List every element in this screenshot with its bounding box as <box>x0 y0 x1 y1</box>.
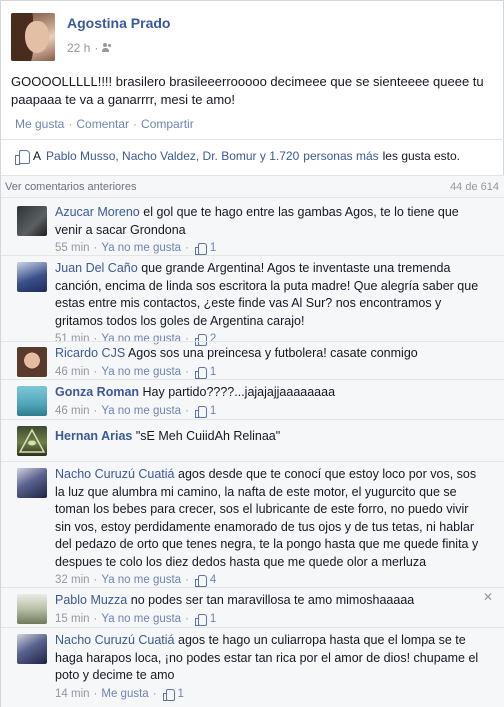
like-count[interactable]: 1 <box>210 403 216 421</box>
avatar[interactable] <box>17 468 47 498</box>
comment-author[interactable]: Nacho Curuzú Cuatiá <box>55 633 175 647</box>
comment-time[interactable]: 14 min <box>55 686 90 704</box>
thumbs-up-icon <box>194 366 207 379</box>
comment-author[interactable]: Gonza Roman <box>55 385 139 399</box>
avatar[interactable] <box>17 386 47 416</box>
comment-item: Azucar Moreno el gol que te hago entre l… <box>1 197 504 258</box>
comment-body: Gonza Roman Hay partido????...jajajajjaa… <box>55 384 487 420</box>
thumbs-up-icon <box>162 688 175 701</box>
avatar[interactable] <box>17 206 47 236</box>
like-count[interactable]: 1 <box>210 611 216 629</box>
comment-body: Nacho Curuzú Cuatiá agos te hago un culi… <box>55 632 487 703</box>
thumbs-up-icon <box>194 243 207 256</box>
action-separator: · <box>133 117 138 131</box>
post-meta: 22 h · <box>67 41 113 55</box>
like-count[interactable]: 1 <box>178 686 184 704</box>
comment-item: Juan Del Caño que grande Argentina! Agos… <box>1 255 504 347</box>
post-text: GOOOOLLLLL!!!! brasilero brasileeerroooo… <box>11 74 484 107</box>
comment-count: 44 de 614 <box>450 181 499 193</box>
avatar[interactable] <box>17 594 47 624</box>
comment-author[interactable]: Nacho Curuzú Cuatiá <box>55 467 175 481</box>
comment-item: Gonza Roman Hay partido????...jajajajjaa… <box>1 379 504 419</box>
comment-time[interactable]: 15 min <box>55 611 90 629</box>
meta-separator: · <box>94 41 99 55</box>
friends-icon[interactable] <box>102 43 113 53</box>
comment-body: Azucar Moreno el gol que te hago entre l… <box>55 204 487 258</box>
comment-item: Pablo Muzza no podes ser tan maravillosa… <box>1 587 504 627</box>
avatar[interactable] <box>17 426 47 456</box>
close-icon[interactable]: ✕ <box>483 590 493 604</box>
likes-summary: A Pablo Musso, Nacho Valdez, Dr. Bomur y… <box>15 149 499 165</box>
thumbs-up-icon <box>194 405 207 418</box>
unlike-button[interactable]: Ya no me gusta <box>101 611 181 629</box>
comment-item: Ricardo CJS Agos sos una preincesa y fut… <box>1 341 504 379</box>
comment-text: no podes ser tan maravillosa te amo mimo… <box>130 593 415 607</box>
like-button[interactable]: Me gusta <box>15 117 64 131</box>
thumbs-up-icon <box>194 575 207 588</box>
comment-author[interactable]: Juan Del Caño <box>55 261 138 275</box>
like-button[interactable]: Me gusta <box>101 686 148 704</box>
avatar[interactable] <box>17 634 47 664</box>
likes-prefix: A <box>33 149 42 163</box>
share-button[interactable]: Compartir <box>141 117 194 131</box>
thumbs-up-icon <box>15 149 30 165</box>
comment-body: Juan Del Caño que grande Argentina! Agos… <box>55 260 487 349</box>
post-actions: Me gusta · Comentar · Compartir <box>15 117 194 131</box>
comment-item: Hernan Arias "sE Meh CuiidAh Relinaa" <box>1 419 504 461</box>
comment-meta: 15 min · Ya no me gusta · 1 <box>55 611 487 629</box>
comment-button[interactable]: Comentar <box>76 117 129 131</box>
avatar[interactable] <box>17 262 47 292</box>
comment-text: agos desde que te conocí que estoy loco … <box>55 467 479 569</box>
previous-comments-bar: Ver comentarios anteriores 44 de 614 <box>1 175 504 197</box>
comment-text: Agos sos una preincesa y futbolera! casa… <box>127 346 418 360</box>
facebook-post: Agostina Prado 22 h · GOOOOLLLLL!!!! bra… <box>0 0 504 707</box>
likes-people-link[interactable]: personas más <box>303 149 378 163</box>
comment-time[interactable]: 46 min <box>55 403 90 421</box>
comment-item: Nacho Curuzú Cuatiá agos te hago un culi… <box>1 627 504 707</box>
author-avatar[interactable] <box>11 13 55 61</box>
action-separator: · <box>68 117 73 131</box>
eye-pyramid-icon <box>18 428 46 453</box>
comment-meta: 14 min · Me gusta · 1 <box>55 686 487 704</box>
comment-body: Pablo Muzza no podes ser tan maravillosa… <box>55 592 487 628</box>
comments-list: Azucar Moreno el gol que te hago entre l… <box>1 197 504 707</box>
comment-text: Hay partido????...jajajajjaaaaaaaa <box>142 385 336 399</box>
comment-author[interactable]: Pablo Muzza <box>55 593 127 607</box>
thumbs-up-icon <box>194 613 207 626</box>
unlike-button[interactable]: Ya no me gusta <box>101 403 181 421</box>
comment-text: "sE Meh CuiidAh Relinaa" <box>135 429 281 443</box>
comment-author[interactable]: Azucar Moreno <box>55 205 140 219</box>
comment-body: Nacho Curuzú Cuatiá agos desde que te co… <box>55 466 487 590</box>
post-time[interactable]: 22 h <box>67 41 90 55</box>
comment-meta: 46 min · Ya no me gusta · 1 <box>55 403 487 421</box>
view-previous-comments-link[interactable]: Ver comentarios anteriores <box>5 181 136 193</box>
post-header: Agostina Prado 22 h · <box>11 13 491 65</box>
likes-tail: les gusta esto. <box>382 149 461 163</box>
author-name[interactable]: Agostina Prado <box>67 15 170 31</box>
comment-author[interactable]: Ricardo CJS <box>55 346 125 360</box>
comment-item: Nacho Curuzú Cuatiá agos desde que te co… <box>1 461 504 590</box>
avatar[interactable] <box>17 347 47 377</box>
divider <box>1 139 504 140</box>
comment-body: Hernan Arias "sE Meh CuiidAh Relinaa" <box>55 428 487 446</box>
likes-names-link[interactable]: Pablo Musso, Nacho Valdez, Dr. Bomur y 1… <box>46 149 299 163</box>
comment-body: Ricardo CJS Agos sos una preincesa y fut… <box>55 345 487 381</box>
comment-author[interactable]: Hernan Arias <box>55 429 132 443</box>
